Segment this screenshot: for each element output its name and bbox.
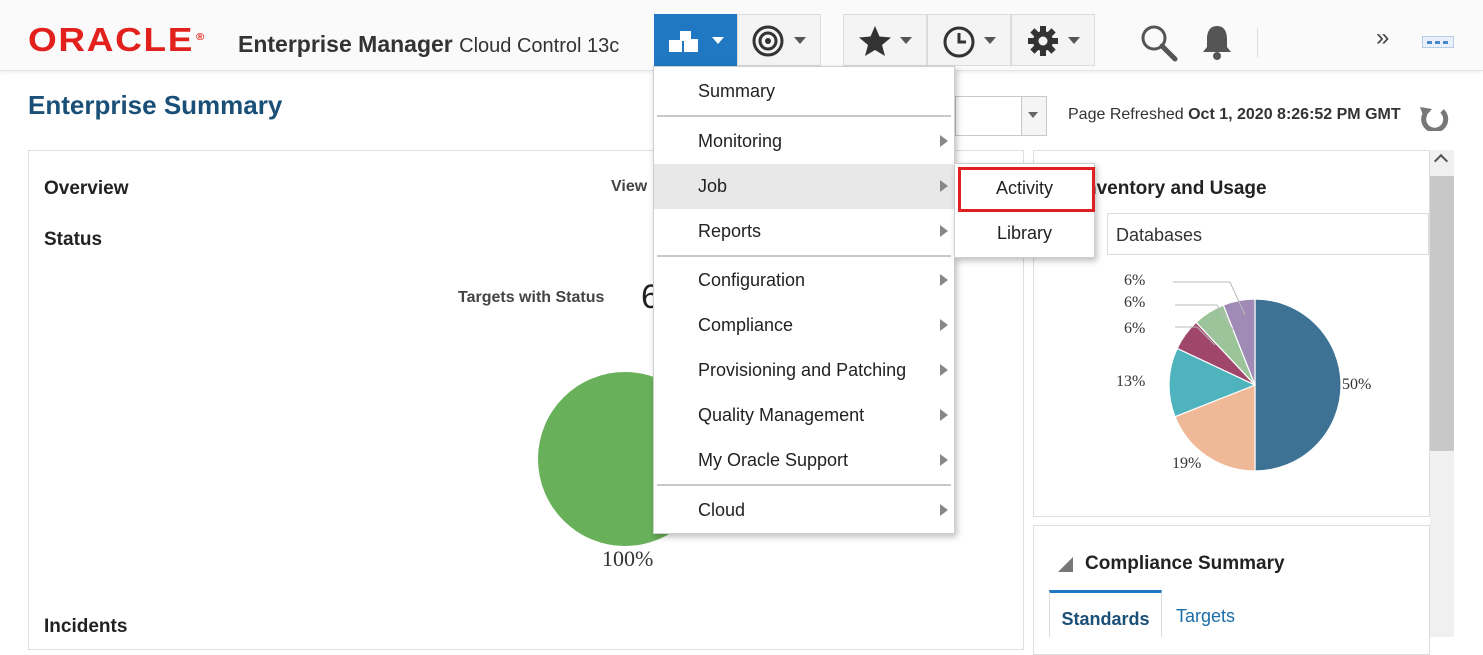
overview-heading: Overview [44, 178, 129, 199]
targets-icon [669, 31, 698, 52]
pie-label-3: 6% [1124, 320, 1146, 337]
history-button[interactable] [927, 14, 1011, 66]
star-icon [859, 26, 891, 56]
targets-dropdown-menu: Summary Monitoring Job Reports Configura… [653, 66, 955, 534]
chevron-right-icon [940, 504, 948, 516]
chevron-down-icon [900, 37, 912, 44]
chevron-right-icon [940, 274, 948, 286]
compliance-heading: Compliance Summary [1085, 553, 1285, 574]
search-icon[interactable] [1140, 24, 1178, 62]
tab-targets[interactable]: Targets [1176, 606, 1235, 627]
refresh-icon[interactable] [1416, 101, 1452, 131]
menu-item-reports[interactable]: Reports [654, 209, 954, 254]
oracle-logo[interactable]: ORACLE ® [28, 22, 204, 58]
chevron-right-icon [940, 180, 948, 192]
pie-label-4: 6% [1124, 294, 1146, 311]
targets-menu-button[interactable] [654, 14, 737, 66]
pie-slice-0[interactable] [1254, 298, 1342, 472]
menu-item-provisioning-and-patching[interactable]: Provisioning and Patching [654, 348, 954, 393]
scrollbar-thumb[interactable] [1430, 176, 1454, 451]
page-title: Enterprise Summary [28, 90, 283, 120]
chevron-right-icon [940, 135, 948, 147]
inventory-pie-chart [1168, 281, 1342, 472]
menu-dots-icon[interactable] [1422, 36, 1454, 48]
activity-highlight-box [958, 167, 1095, 212]
incidents-heading: Incidents [44, 616, 128, 637]
chevron-right-icon [940, 225, 948, 237]
pie-label-0: 50% [1342, 376, 1372, 393]
menu-item-job[interactable]: Job [654, 164, 954, 209]
chevron-down-icon [712, 37, 724, 44]
targets-with-status-label: Targets with Status [458, 289, 605, 306]
chevron-down-icon [1068, 37, 1080, 44]
submenu-item-library[interactable]: Library [955, 211, 1094, 256]
setup-button[interactable] [1011, 14, 1095, 66]
chevron-down-icon [984, 37, 996, 44]
favorites-button[interactable] [843, 14, 927, 66]
gear-icon [1028, 26, 1058, 56]
chevron-right-icon [940, 364, 948, 376]
chevron-right-icon [940, 454, 948, 466]
toolbar-divider [1257, 28, 1258, 58]
menu-item-monitoring[interactable]: Monitoring [654, 119, 954, 164]
notification-icon[interactable] [1200, 23, 1234, 61]
menu-divider [657, 255, 951, 257]
chevron-right-icon [940, 409, 948, 421]
menu-divider [657, 115, 951, 117]
chevron-down-icon [794, 37, 806, 44]
target-icon [752, 25, 784, 57]
more-icon[interactable]: » [1376, 24, 1389, 52]
inventory-type-select[interactable]: Databases [1107, 213, 1429, 255]
menu-item-my-oracle-support[interactable]: My Oracle Support [654, 438, 954, 483]
chevron-right-icon [940, 319, 948, 331]
menu-divider [657, 484, 951, 486]
status-pie-label: 100% [602, 546, 654, 571]
tab-standards[interactable]: Standards [1049, 590, 1162, 637]
menu-item-cloud[interactable]: Cloud [654, 488, 954, 533]
menu-item-configuration[interactable]: Configuration [654, 258, 954, 303]
clock-icon [943, 26, 975, 58]
inventory-heading: nventory and Usage [1085, 178, 1267, 199]
target-button[interactable] [737, 14, 821, 66]
product-name: Enterprise Manager Cloud Control 13c [238, 31, 620, 57]
page-refreshed: Page Refreshed Oct 1, 2020 8:26:52 PM GM… [1068, 106, 1401, 123]
chevron-down-icon[interactable] [1021, 97, 1046, 135]
pie-label-5: 6% [1124, 272, 1146, 289]
pie-label-2: 13% [1116, 373, 1146, 390]
view-select[interactable] [955, 96, 1047, 136]
menu-item-summary[interactable]: Summary [654, 69, 954, 114]
collapse-icon[interactable] [1058, 557, 1073, 572]
job-submenu: Activity Library [954, 163, 1095, 258]
status-heading: Status [44, 229, 103, 250]
pie-label-1: 19% [1172, 455, 1202, 472]
view-menu[interactable]: View [611, 178, 647, 196]
menu-item-quality-management[interactable]: Quality Management [654, 393, 954, 438]
menu-item-compliance[interactable]: Compliance [654, 303, 954, 348]
